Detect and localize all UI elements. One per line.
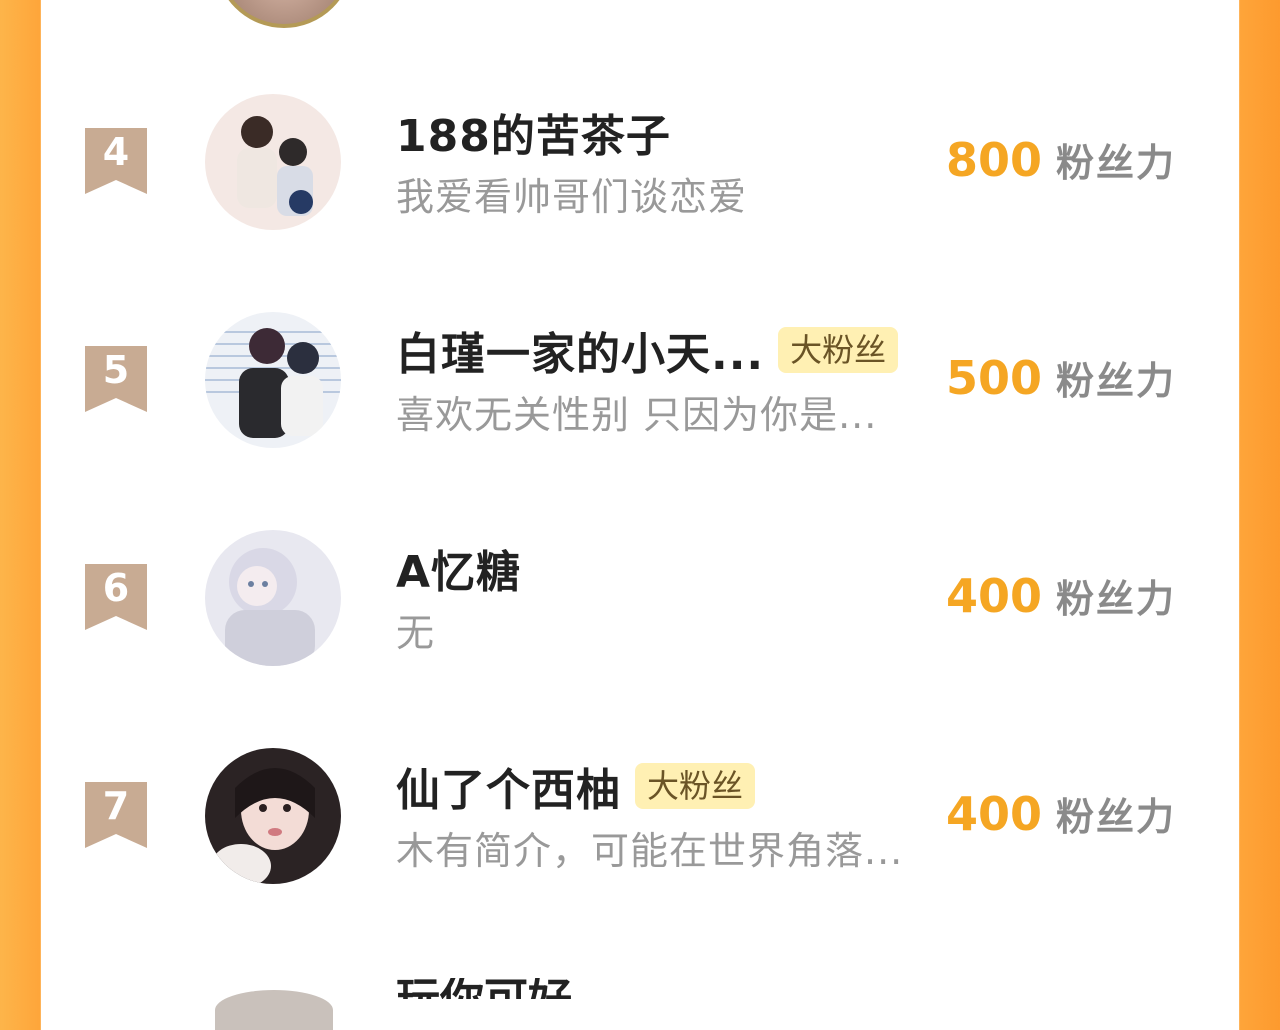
user-name[interactable]: 白瑾一家的小天... <box>396 318 764 382</box>
user-bio: 我爱看帅哥们谈恋爱 <box>396 175 748 219</box>
avatar[interactable] <box>215 990 333 1030</box>
user-bio: 无 <box>396 611 436 655</box>
rank-number: 5 <box>102 348 130 392</box>
user-name[interactable]: 仙了个西柚 <box>396 754 621 818</box>
fan-power-unit: 粉丝力 <box>1056 577 1177 621</box>
user-name-line: 白瑾一家的小天... 大粉丝 <box>396 322 899 380</box>
fan-power: 400 粉丝力 <box>946 568 1176 623</box>
user-name[interactable]: A忆糖 <box>396 536 521 600</box>
list-item[interactable]: 7 仙了个西柚 大粉丝 木有简介，可能在世界角落... 400 粉丝力 <box>0 748 1280 888</box>
list-item[interactable]: 5 白瑾一家的小天... 大粉丝 喜欢无关性别 只因为你是... 500 粉丝力 <box>0 312 1280 452</box>
rank-badge: 7 <box>85 782 147 848</box>
fan-power-value: 500 <box>946 351 1043 405</box>
rank-badge: 4 <box>85 128 147 194</box>
user-bio: 木有简介，可能在世界角落... <box>396 829 904 873</box>
rank-number: 4 <box>102 130 130 174</box>
user-name[interactable]: 188的苦茶子 <box>396 100 671 164</box>
user-name-line: 仙了个西柚 大粉丝 <box>396 758 756 816</box>
user-name-line: 188的苦茶子 <box>396 104 671 162</box>
big-fan-tag: 大粉丝 <box>635 763 756 809</box>
user-name-line: A忆糖 <box>396 540 521 598</box>
avatar[interactable] <box>205 312 341 448</box>
avatar[interactable] <box>205 94 341 230</box>
list-item[interactable]: 6 A忆糖 无 400 粉丝力 <box>0 530 1280 670</box>
list-item[interactable]: 4 188的苦茶子 我爱看帅哥们谈恋爱 800 粉丝力 <box>0 94 1280 234</box>
fan-power-unit: 粉丝力 <box>1056 359 1177 403</box>
fan-power-value: 800 <box>946 133 1043 187</box>
fan-power: 800 粉丝力 <box>946 132 1176 187</box>
fan-power: 400 粉丝力 <box>946 786 1176 841</box>
user-name[interactable]: 玩你可好 <box>396 978 572 999</box>
fan-power-unit: 粉丝力 <box>1056 795 1177 839</box>
rank-badge: 5 <box>85 346 147 412</box>
avatar[interactable] <box>205 748 341 884</box>
user-bio: 喜欢无关性别 只因为你是... <box>396 393 878 437</box>
avatar[interactable] <box>205 530 341 666</box>
fan-power-value: 400 <box>946 569 1043 623</box>
fan-power: 500 粉丝力 <box>946 350 1176 405</box>
fan-power-value: 400 <box>946 787 1043 841</box>
fan-power-unit: 粉丝力 <box>1056 141 1177 185</box>
rank-number: 7 <box>102 784 130 828</box>
big-fan-tag: 大粉丝 <box>778 327 899 373</box>
rank-number: 6 <box>102 566 130 610</box>
rank-badge: 6 <box>85 564 147 630</box>
